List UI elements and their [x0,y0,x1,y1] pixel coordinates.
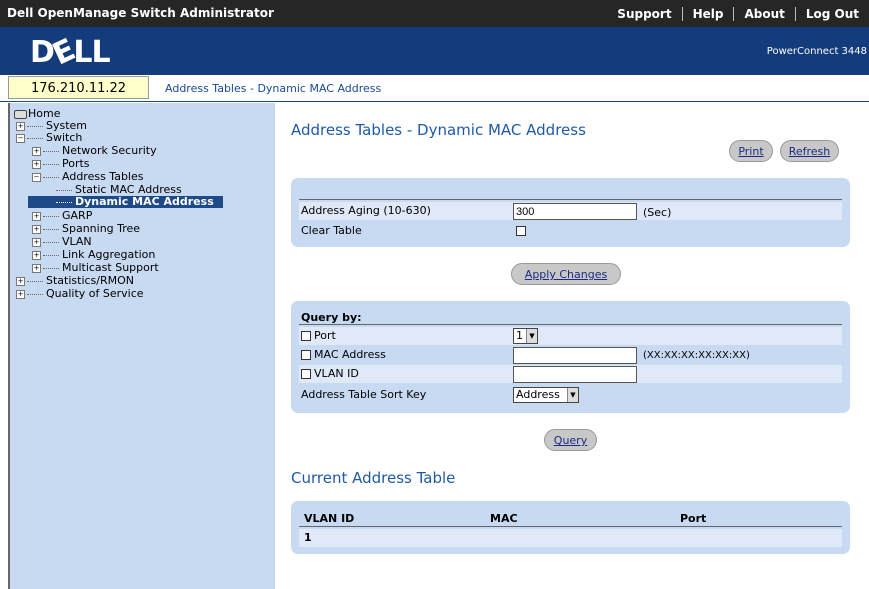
expand-icon[interactable]: + [32,146,41,156]
divider [299,526,842,527]
expand-icon[interactable]: + [32,250,41,260]
tree-connector [43,241,59,243]
tree-item-garp[interactable]: + GARP [32,210,92,222]
vlan-input[interactable] [513,366,637,383]
tree-connector [27,125,43,127]
about-link[interactable]: About [733,6,794,21]
print-button[interactable]: Print [729,140,773,162]
clear-table-checkbox[interactable] [516,226,526,236]
port-select[interactable]: 1 ▼ [513,328,538,344]
top-nav: Support Help About Log Out [607,0,869,27]
mac-hint: (XX:XX:XX:XX:XX:XX) [643,350,750,361]
dell-logo: DELL [30,32,111,73]
device-ip: 176.210.11.22 [8,76,149,99]
tree-item-address-tables[interactable]: − Address Tables [32,171,143,183]
apply-changes-button[interactable]: Apply Changes [511,263,621,285]
tree-item-vlan[interactable]: + VLAN [32,236,92,248]
aging-panel: Address Aging (10-630) (Sec) Clear Table [291,178,850,247]
app-title: Dell OpenManage Switch Administrator [7,6,274,20]
tree-item-link-aggregation[interactable]: + Link Aggregation [32,249,155,261]
tree-connector [43,150,59,152]
port-value: 1 [516,329,523,342]
aging-unit: (Sec) [643,206,672,219]
tree-item-switch[interactable]: − Switch [16,132,82,144]
computer-icon [14,109,27,119]
refresh-button[interactable]: Refresh [780,140,839,162]
current-table-title: Current Address Table [291,469,456,487]
aging-label: Address Aging (10-630) [301,204,431,217]
expand-icon[interactable]: + [16,121,25,131]
table-cell-vlan: 1 [304,531,312,544]
collapse-icon[interactable]: − [32,172,41,182]
support-link[interactable]: Support [607,7,681,21]
expand-icon[interactable]: + [16,276,25,286]
port-label: Port [314,329,336,342]
tree-item-dynamic-mac[interactable]: Dynamic MAC Address [56,196,214,208]
table-row [299,529,842,547]
tree-connector [43,163,59,165]
dropdown-arrow-icon: ▼ [567,388,578,402]
tree-item-qos[interactable]: + Quality of Service [16,288,144,300]
tree-item-ports[interactable]: + Ports [32,158,90,170]
expand-icon[interactable]: + [32,263,41,273]
tree-connector [43,254,59,256]
divider [299,324,842,325]
mac-label: MAC Address [314,348,386,361]
logout-link[interactable]: Log Out [794,6,869,21]
help-link[interactable]: Help [681,6,734,21]
tree-connector [27,137,43,139]
tree-connector [43,267,59,269]
tree-connector [43,215,59,217]
tree-connector [56,189,72,191]
mac-checkbox[interactable] [301,350,311,360]
top-bar: Dell OpenManage Switch Administrator Sup… [0,0,869,27]
address-table-panel: VLAN ID MAC Port 1 [291,501,850,554]
vlan-label: VLAN ID [314,367,359,380]
product-name: PowerConnect 3448 [766,46,867,57]
expand-icon[interactable]: + [32,224,41,234]
query-panel: Query by: Port 1 ▼ MAC Address (XX:XX:XX:… [291,301,850,413]
vlan-label-wrap: VLAN ID [301,365,359,383]
tree-connector [27,293,43,295]
expand-icon[interactable]: + [16,289,25,299]
expand-icon[interactable]: + [32,159,41,169]
tree-connector [27,280,43,282]
port-checkbox[interactable] [301,331,311,341]
clear-table-label: Clear Table [301,224,362,237]
main-content: Address Tables - Dynamic MAC Address Pri… [275,103,869,589]
tree-item-multicast-support[interactable]: + Multicast Support [32,262,159,274]
port-label-wrap: Port [301,327,336,345]
divider [299,199,842,200]
tree-item-network-security[interactable]: + Network Security [32,145,157,157]
clear-table-checkbox-wrap [516,222,529,240]
port-row [299,327,842,345]
banner: DELL PowerConnect 3448 [0,27,869,75]
mac-input[interactable] [513,347,637,364]
sort-key-select[interactable]: Address ▼ [513,387,579,403]
collapse-icon[interactable]: − [16,133,25,143]
breadcrumb: Address Tables - Dynamic MAC Address [165,82,382,95]
page-title: Address Tables - Dynamic MAC Address [291,121,586,139]
dropdown-arrow-icon: ▼ [526,329,537,343]
tree-item-statistics[interactable]: + Statistics/RMON [16,275,134,287]
query-button[interactable]: Query [544,429,597,451]
sort-key-label: Address Table Sort Key [301,388,427,401]
vlan-checkbox[interactable] [301,369,311,379]
tree-item-spanning-tree[interactable]: + Spanning Tree [32,223,140,235]
tree-connector [43,228,59,230]
aging-input[interactable] [513,203,637,220]
mac-label-wrap: MAC Address [301,346,386,364]
navigation-tree: Home + System − Switch + Network Security +… [8,103,275,589]
tree-connector [56,201,72,203]
sort-key-value: Address [516,388,560,401]
expand-icon[interactable]: + [32,237,41,247]
expand-icon[interactable]: + [32,211,41,221]
tree-connector [43,176,59,178]
